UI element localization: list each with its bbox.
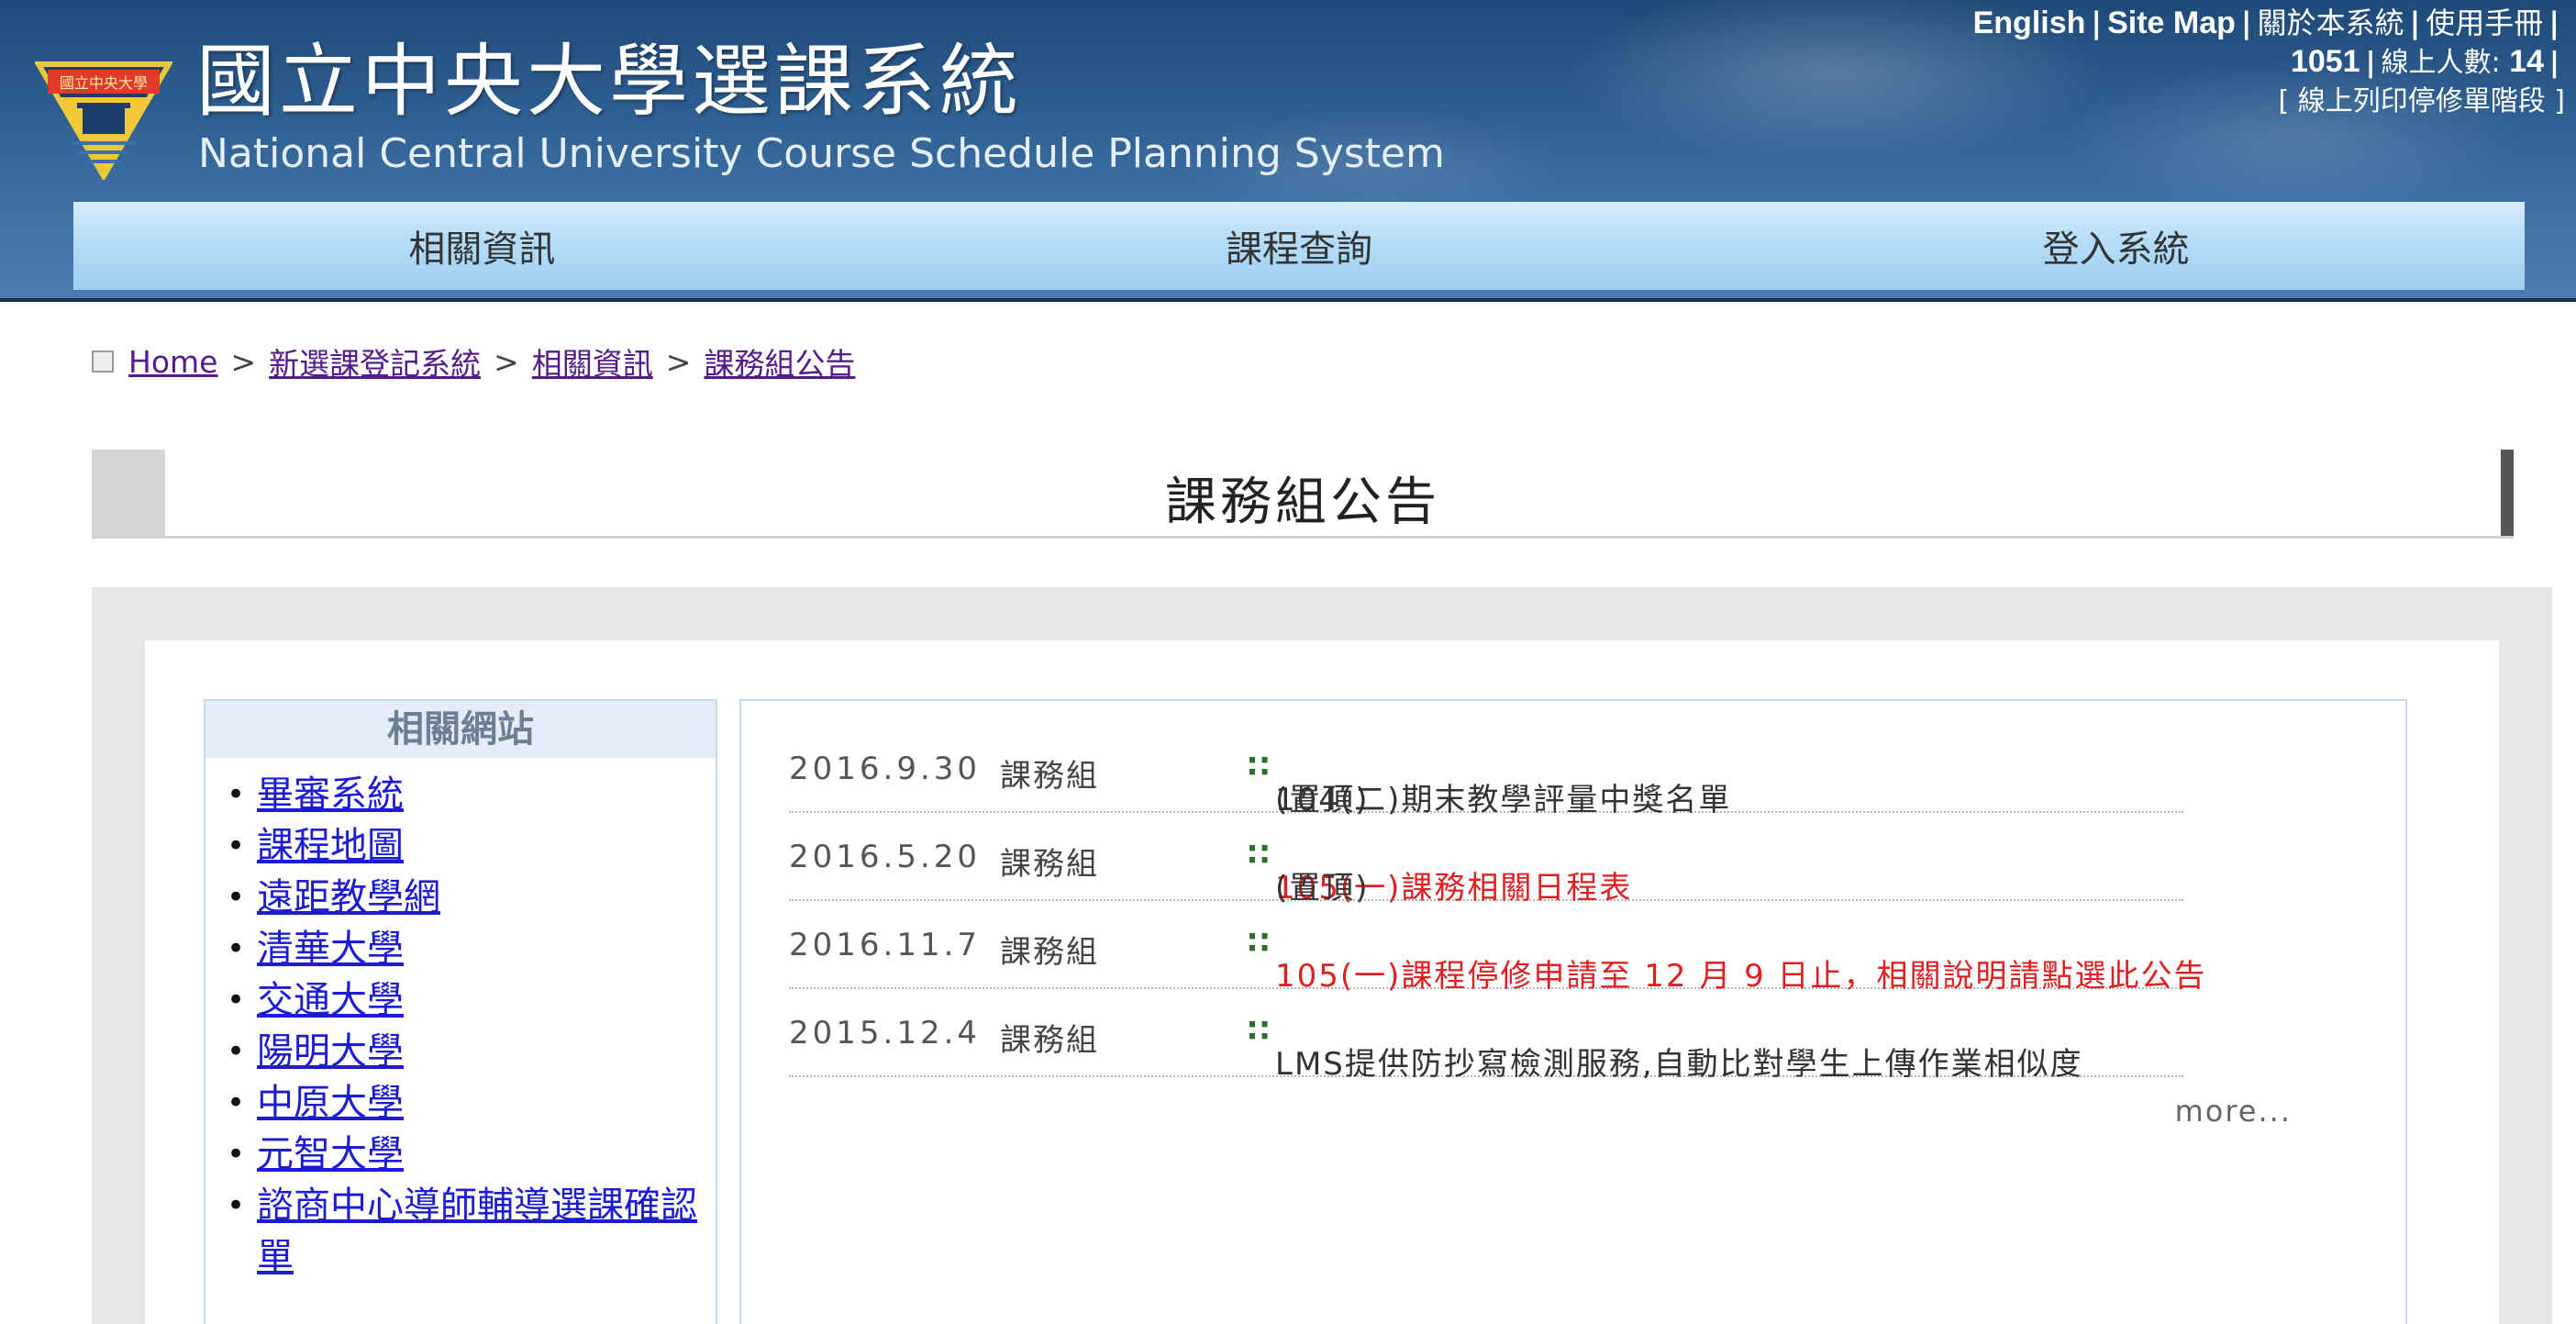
list-item: • 諮商中心導師輔導選課確認單 <box>215 1180 716 1283</box>
related-sites-title: 相關網站 <box>205 701 716 758</box>
announcements-panel: 2016.9.30 課務組 ∷ 104(二)期末教學評量中獎名單 (置頂) 20… <box>739 699 2407 1324</box>
nav-related-info[interactable]: 相關資訊 <box>73 202 891 290</box>
sitemap-link[interactable]: Site Map <box>2107 6 2236 40</box>
link-counseling-confirmation[interactable]: 諮商中心導師輔導選課確認單 <box>257 1180 716 1283</box>
list-item: • 中原大學 <box>215 1077 716 1129</box>
announcement-bullet-icon: ∷ <box>1248 925 1270 962</box>
current-stage: [ 線上列印停修單階段 ] <box>2278 85 2565 117</box>
online-users-label: 線上人數: <box>2381 47 2501 79</box>
site-header: 國立中央大學 國立中央大學選課系統 National Central Unive… <box>0 0 2576 302</box>
site-title: 國立中央大學選課系統 <box>196 36 1022 128</box>
announcement-row: 2016.9.30 課務組 ∷ 104(二)期末教學評量中獎名單 (置頂) <box>789 727 2183 818</box>
content-area: 相關網站 • 畢審系統 • 課程地圖 • 遠距教學網 • 清華大學 • 交通大學 • 陽明大… <box>92 587 2552 1324</box>
university-logo-icon[interactable]: 國立中央大學 <box>35 55 172 180</box>
related-sites-list: • 畢審系統 • 課程地圖 • 遠距教學網 • 清華大學 • 交通大學 • 陽明大學 • 中原… <box>205 769 716 1283</box>
logo-text: 國立中央大學 <box>60 74 148 92</box>
announcement-unit: 課務組 <box>1000 934 1099 971</box>
about-system-link[interactable]: 關於本系統 <box>2258 6 2404 40</box>
heading-right-block <box>2501 450 2514 536</box>
announcement-date: 2016.11.7 <box>789 927 982 963</box>
announcement-bullet-icon: ∷ <box>1248 1013 1270 1050</box>
online-users-count: 14 <box>2509 44 2545 79</box>
more-link[interactable]: more... <box>2175 1094 2292 1129</box>
breadcrumb-course-registration[interactable]: 新選課登記系統 <box>269 339 481 384</box>
list-item: • 課程地圖 <box>215 820 716 872</box>
top-links: English | Site Map | 關於本系統 | 使用手冊 | 1051 | 線上人數: … <box>1972 6 2565 117</box>
related-sites-panel: 相關網站 • 畢審系統 • 課程地圖 • 遠距教學網 • 清華大學 • 交通大學 • 陽明大… <box>204 699 717 1324</box>
announcement-unit: 課務組 <box>1000 758 1099 795</box>
link-course-map[interactable]: 課程地圖 <box>257 820 404 872</box>
site-subtitle: National Central University Course Sched… <box>198 130 1445 177</box>
list-item: • 清華大學 <box>215 923 716 974</box>
announcement-date: 2015.12.4 <box>789 1015 982 1051</box>
announcement-row: 2015.12.4 課務組 ∷ LMS提供防抄寫檢測服務,自動比對學生上傳作業相… <box>789 991 2183 1083</box>
link-yang-ming[interactable]: 陽明大學 <box>257 1026 404 1077</box>
announcement-unit: 課務組 <box>1000 1022 1099 1059</box>
link-distance-learning[interactable]: 遠距教學網 <box>257 872 440 923</box>
content-panel: 相關網站 • 畢審系統 • 課程地圖 • 遠距教學網 • 清華大學 • 交通大學 • 陽明大… <box>145 640 2499 1324</box>
page-title: 課務組公告 <box>1165 473 1440 532</box>
list-item: • 元智大學 <box>215 1129 716 1180</box>
list-item: • 畢審系統 <box>215 769 716 820</box>
link-tsinghua[interactable]: 清華大學 <box>257 923 404 974</box>
english-link[interactable]: English <box>1973 6 2086 40</box>
user-manual-link[interactable]: 使用手冊 <box>2426 6 2543 40</box>
breadcrumb: Home > 新選課登記系統 > 相關資訊 > 課務組公告 <box>92 339 855 384</box>
announcement-unit: 課務組 <box>1000 846 1099 883</box>
main-nav: 相關資訊 課程查詢 登入系統 <box>73 202 2525 290</box>
nav-login[interactable]: 登入系統 <box>1707 202 2525 290</box>
announcement-date: 2016.9.30 <box>789 751 982 787</box>
list-item: • 遠距教學網 <box>215 872 716 923</box>
nav-course-query[interactable]: 課程查詢 <box>891 202 1708 290</box>
breadcrumb-home[interactable]: Home <box>128 344 217 380</box>
list-item: • 交通大學 <box>215 974 716 1026</box>
breadcrumb-related-info[interactable]: 相關資訊 <box>532 339 653 384</box>
term-code: 1051 <box>2290 44 2360 79</box>
breadcrumb-icon <box>92 350 114 373</box>
link-graduation-review[interactable]: 畢審系統 <box>257 769 404 820</box>
page-heading: 課務組公告 <box>92 450 2514 539</box>
announcement-date: 2016.5.20 <box>789 839 982 875</box>
announcement-bullet-icon: ∷ <box>1248 837 1270 873</box>
link-yuan-ze[interactable]: 元智大學 <box>257 1129 404 1180</box>
announcement-row: 2016.5.20 課務組 ∷ 105(一)課務相關日程表 (置頂) <box>789 815 2183 907</box>
breadcrumb-announcements[interactable]: 課務組公告 <box>704 339 855 384</box>
announcement-row: 2016.11.7 課務組 ∷ 105(一)課程停修申請至 12 月 9 日止，… <box>789 903 2205 995</box>
list-item: • 陽明大學 <box>215 1026 716 1077</box>
link-chiao-tung[interactable]: 交通大學 <box>257 974 404 1026</box>
link-chung-yuan[interactable]: 中原大學 <box>257 1077 404 1129</box>
announcement-bullet-icon: ∷ <box>1248 749 1270 785</box>
